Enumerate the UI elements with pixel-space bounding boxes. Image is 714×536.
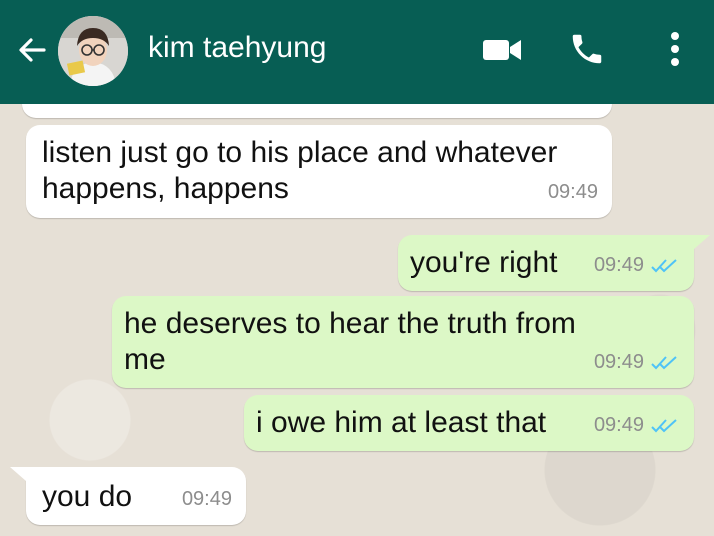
message-bubble-outgoing[interactable]: he deserves to hear the truth from me 09… [112, 296, 694, 388]
voice-call-button[interactable] [564, 28, 610, 74]
video-call-button[interactable] [478, 32, 526, 72]
message-time: 09:49 [181, 488, 232, 510]
message-bubble-incoming[interactable]: you do 09:49 [26, 467, 246, 525]
double-check-read-icon [650, 344, 680, 380]
message-time: 09:49 [593, 254, 644, 276]
video-camera-icon [482, 37, 522, 68]
arrow-left-icon [17, 35, 47, 70]
double-check-read-icon [650, 407, 680, 443]
message-time: 09:49 [593, 351, 644, 373]
message-text: listen just go to his place and whatever… [42, 136, 558, 205]
phone-icon [568, 30, 606, 73]
bubble-tail [10, 467, 26, 481]
more-vertical-icon [669, 31, 681, 72]
message-time: 09:49 [593, 414, 644, 436]
bubble-tail [694, 235, 710, 249]
message-time: 09:49 [547, 181, 598, 203]
back-button[interactable] [12, 34, 52, 70]
more-options-button[interactable] [660, 28, 690, 74]
avatar[interactable] [58, 16, 128, 86]
message-bubble-incoming[interactable]: listen just go to his place and whatever… [26, 125, 612, 218]
contact-name[interactable]: kim taehyung [148, 31, 326, 65]
double-check-read-icon [650, 247, 680, 283]
message-bubble-outgoing[interactable]: i owe him at least that 09:49 [244, 395, 694, 451]
chat-header: kim taehyung [0, 0, 714, 104]
message-bubble-outgoing[interactable]: you're right 09:49 [398, 235, 694, 291]
